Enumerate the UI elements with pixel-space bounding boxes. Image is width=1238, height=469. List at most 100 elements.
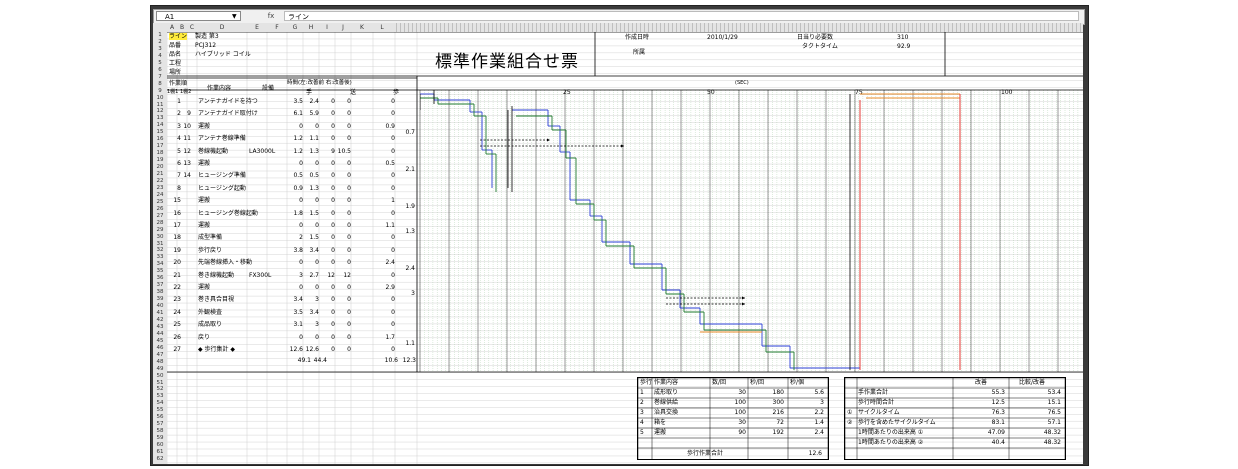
row-header[interactable]: 15 [153,129,167,135]
row-header[interactable]: 35 [153,268,167,274]
column-header-b[interactable]: B [177,23,187,32]
send-after[interactable]: 0 [337,334,351,341]
step-description[interactable]: 巻き線機起動 [198,272,234,279]
hand-before[interactable]: 0 [289,197,303,204]
step-no[interactable]: 18 [167,234,181,241]
send-after[interactable]: 0 [337,197,351,204]
row-header[interactable]: 60 [153,442,167,448]
step-description[interactable]: 巻線機起動 [198,148,228,155]
hand-after[interactable]: 12.6 [305,346,319,353]
row-header[interactable]: 32 [153,247,167,253]
hand-before[interactable]: 0 [289,284,303,291]
row-header[interactable]: 4 [153,53,167,59]
name-box[interactable]: A1 [156,11,241,21]
column-header-e[interactable]: E [247,23,267,32]
send-before[interactable]: 0 [321,172,335,179]
step-description[interactable]: 成品取り [198,321,222,328]
step-no-alt[interactable]: 10 [177,123,191,130]
send-after[interactable]: 10.5 [337,148,351,155]
hinban-value[interactable]: PCJ312 [195,42,216,49]
hand-after[interactable]: 0 [305,197,319,204]
walk-before[interactable]: 0 [377,309,395,316]
row-header[interactable]: 11 [153,102,167,108]
hand-after[interactable]: 0 [305,334,319,341]
step-no-alt[interactable]: 14 [177,172,191,179]
hand-after[interactable]: 1.5 [305,234,319,241]
column-header-a[interactable]: A [167,23,177,32]
step-no[interactable]: 19 [167,247,181,254]
hand-after[interactable]: 0 [305,123,319,130]
send-after[interactable]: 0 [337,346,351,353]
row-header[interactable]: 46 [153,345,167,351]
walk-before[interactable]: 0 [377,346,395,353]
send-before[interactable]: 0 [321,210,335,217]
row-header[interactable]: 31 [153,241,167,247]
walk-before[interactable]: 1.1 [377,222,395,229]
send-after[interactable]: 12 [337,272,351,279]
row-header[interactable]: 54 [153,400,167,406]
send-after[interactable]: 0 [337,98,351,105]
column-header-j[interactable]: J [335,23,351,32]
row-header[interactable]: 40 [153,303,167,309]
walk-after[interactable]: 2.4 [397,265,415,272]
step-no[interactable]: 22 [167,284,181,291]
step-description[interactable]: 歩行戻り [198,247,222,254]
send-before[interactable]: 0 [321,296,335,303]
send-before[interactable]: 0 [321,321,335,328]
step-no[interactable]: 17 [167,222,181,229]
send-before[interactable]: 0 [321,309,335,316]
row-header[interactable]: 61 [153,449,167,455]
row-header[interactable]: 10 [153,95,167,101]
send-after[interactable]: 0 [337,321,351,328]
hand-before[interactable]: 3.5 [289,309,303,316]
hand-after[interactable]: 1.1 [305,135,319,142]
step-description[interactable]: 運搬 [198,160,210,167]
date-value[interactable]: 2010/1/29 [707,34,738,41]
row-header[interactable]: 36 [153,275,167,281]
hand-after[interactable]: 5.9 [305,110,319,117]
row-header[interactable]: 56 [153,414,167,420]
send-after[interactable]: 0 [337,247,351,254]
walk-before[interactable]: 0 [377,321,395,328]
hand-after[interactable]: 0.5 [305,172,319,179]
send-before[interactable]: 0 [321,98,335,105]
send-after[interactable]: 0 [337,259,351,266]
send-after[interactable]: 0 [337,210,351,217]
walk-before[interactable]: 0.9 [377,123,395,130]
hand-after[interactable]: 0 [305,259,319,266]
send-after[interactable]: 0 [337,172,351,179]
row-header[interactable]: 22 [153,178,167,184]
step-description[interactable]: ヒュージング巻線起動 [198,210,258,217]
step-description[interactable]: ◆ 歩行集計 ◆ [198,346,235,353]
row-header[interactable]: 9 [153,88,167,94]
row-header[interactable]: 16 [153,136,167,142]
hand-after[interactable]: 0 [305,284,319,291]
row-header[interactable]: 53 [153,393,167,399]
walk-before[interactable]: 0 [377,98,395,105]
daily-value[interactable]: 310 [897,34,908,41]
send-before[interactable]: 0 [321,234,335,241]
send-after[interactable]: 0 [337,309,351,316]
send-before[interactable]: 0 [321,110,335,117]
send-before[interactable]: 9 [321,148,335,155]
column-header-h[interactable]: H [303,23,319,32]
row-header[interactable]: 20 [153,164,167,170]
column-header-k[interactable]: K [351,23,373,32]
walk-before[interactable]: 2.9 [377,284,395,291]
walk-before[interactable]: 0 [377,296,395,303]
walk-before[interactable]: 0 [377,247,395,254]
step-description[interactable]: 成型準備 [198,234,222,241]
step-description[interactable]: 戻り [198,334,210,341]
step-no[interactable]: 1 [167,98,181,105]
hand-before[interactable]: 12.6 [289,346,303,353]
hand-after[interactable]: 2.7 [305,272,319,279]
step-description[interactable]: 運搬 [198,123,210,130]
function-icon[interactable]: fx [262,11,280,21]
step-description[interactable]: アンテナガイドを持つ [198,98,258,105]
step-description[interactable]: 運搬 [198,284,210,291]
send-before[interactable]: 0 [321,185,335,192]
hand-after[interactable]: 3 [305,321,319,328]
step-description[interactable]: 先端巻線挿入・移動 [198,259,252,266]
hand-before[interactable]: 1.8 [289,210,303,217]
send-before[interactable]: 0 [321,346,335,353]
